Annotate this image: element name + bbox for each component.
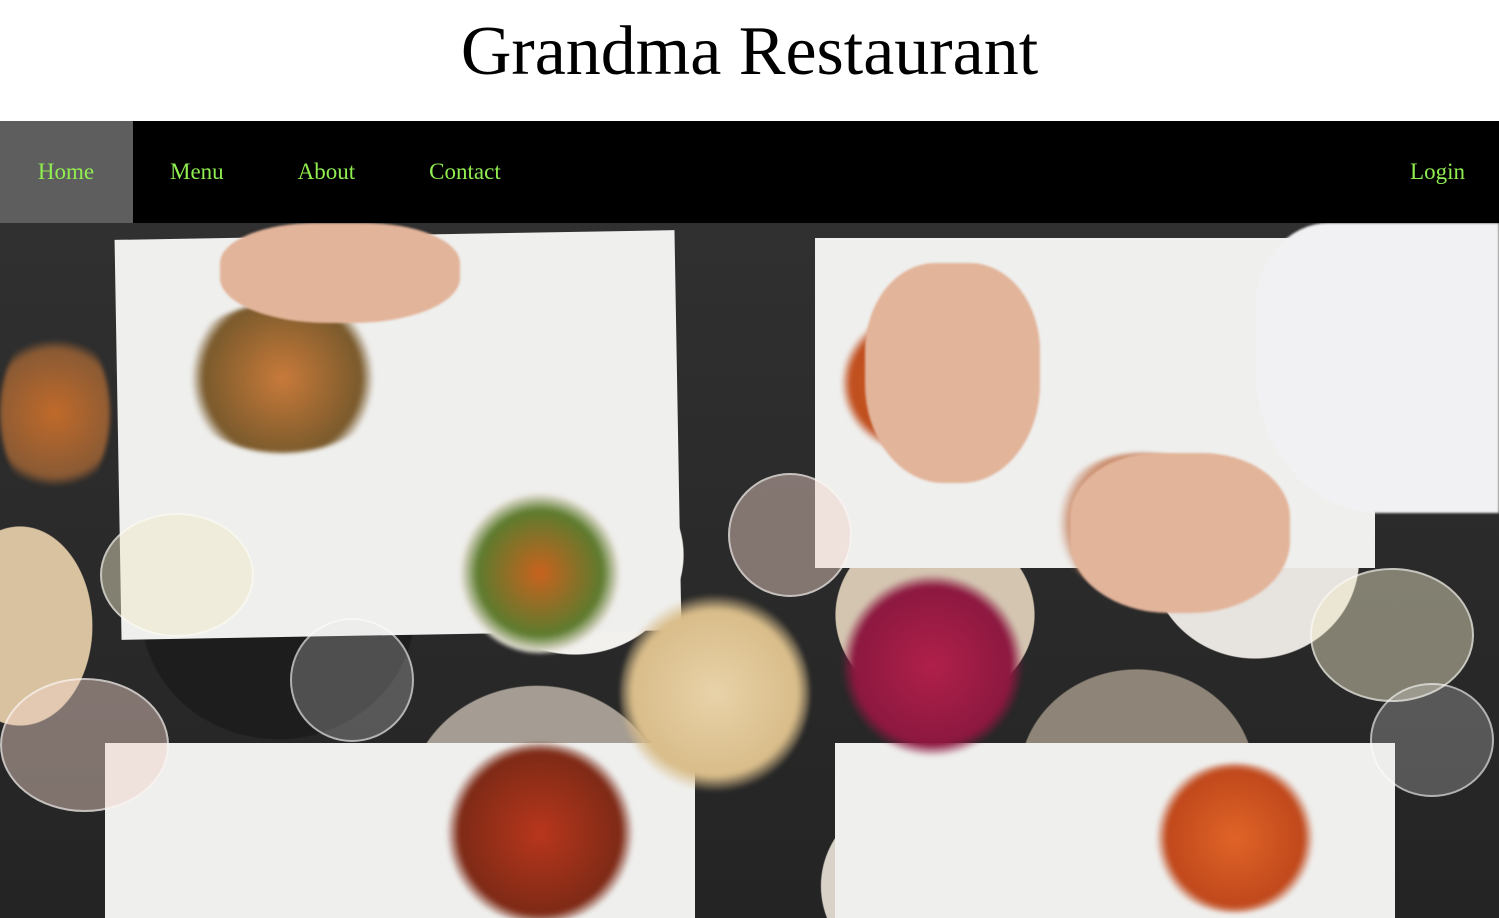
roasted-vegetables-dish — [440, 743, 640, 918]
diner-hand — [220, 223, 460, 323]
beetroot-dip-dish — [840, 573, 1025, 758]
diner-hand — [1070, 453, 1290, 613]
salad-dish — [0, 323, 110, 503]
diner-hand — [865, 263, 1040, 483]
scallops-dish — [175, 303, 390, 453]
hero-image — [0, 223, 1499, 918]
curry-dish — [1150, 763, 1320, 913]
white-wine-glass — [100, 513, 254, 637]
diner-sleeve — [1255, 223, 1499, 513]
site-header: Grandma Restaurant — [0, 0, 1499, 121]
water-glass — [1370, 683, 1494, 797]
flatbread — [620, 593, 810, 793]
nav-login-link[interactable]: Login — [1376, 121, 1499, 223]
white-wine-glass — [1310, 568, 1474, 702]
nav-about-link[interactable]: About — [261, 121, 393, 223]
nav-home-link[interactable]: Home — [0, 121, 133, 223]
nav-menu-link[interactable]: Menu — [133, 121, 261, 223]
squash-dish — [460, 493, 620, 653]
site-title: Grandma Restaurant — [460, 12, 1039, 90]
nav-contact-link[interactable]: Contact — [392, 121, 538, 223]
rose-wine-glass — [728, 473, 852, 597]
water-glass — [290, 618, 414, 742]
rose-wine-glass — [0, 678, 169, 812]
main-navbar: Home Menu About Contact Login — [0, 121, 1499, 223]
